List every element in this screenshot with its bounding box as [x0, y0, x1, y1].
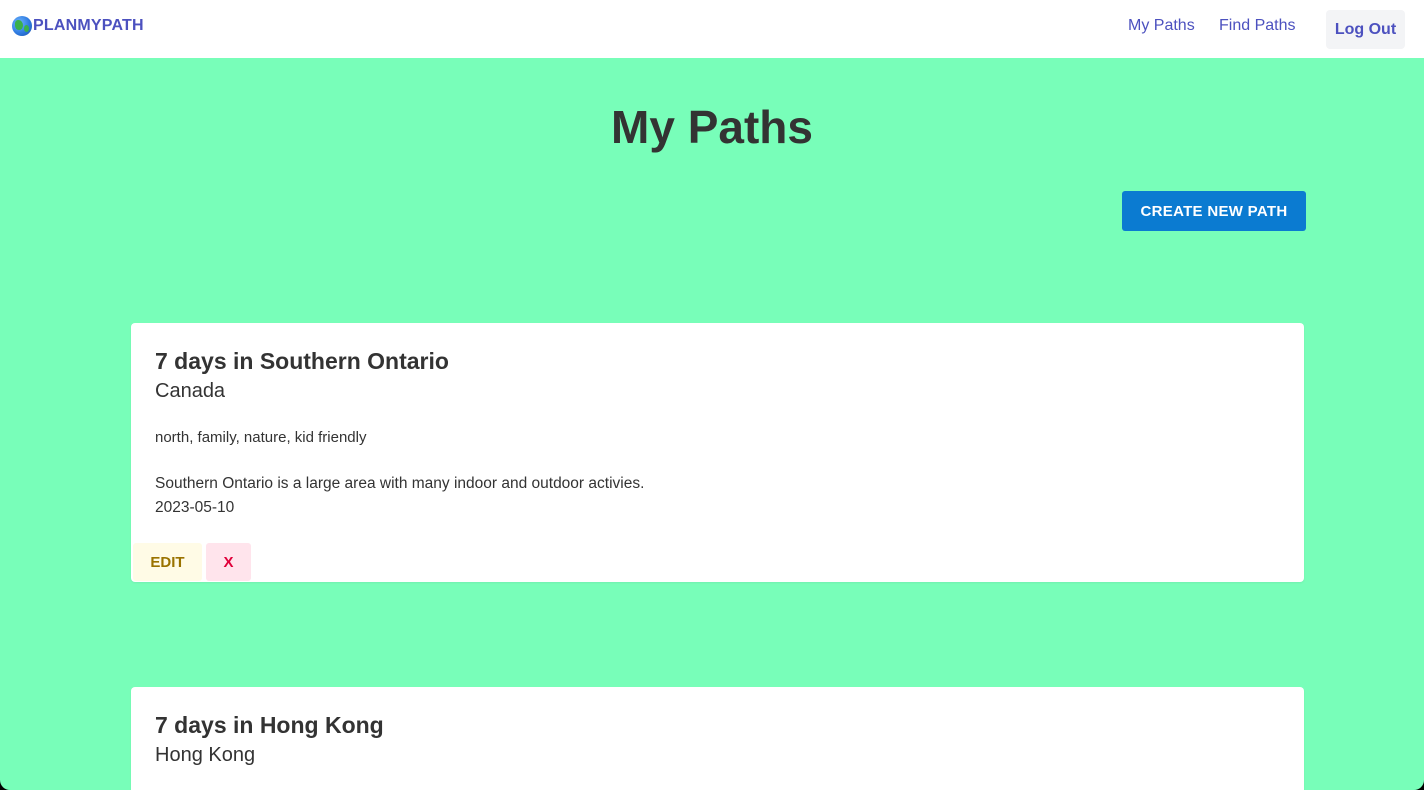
path-tags: north, family, nature, kid friendly [155, 429, 367, 446]
edit-path-button[interactable]: EDIT [133, 543, 202, 581]
navbar: PLANMYPATH My Paths Find Paths Log Out [0, 0, 1424, 58]
path-title: 7 days in Hong Kong [155, 712, 384, 738]
path-description: Southern Ontario is a large area with ma… [155, 475, 645, 492]
path-country: Hong Kong [155, 744, 256, 766]
logout-button[interactable]: Log Out [1326, 10, 1405, 49]
path-card: 7 days in Hong Kong Hong Kong [131, 687, 1304, 790]
path-date: 2023-05-10 [155, 499, 235, 516]
brand-name: PLANMYPATH [33, 17, 144, 34]
brand-logo-link[interactable]: PLANMYPATH [12, 16, 144, 36]
app-window: PLANMYPATH My Paths Find Paths Log Out M… [0, 0, 1424, 790]
create-new-path-button[interactable]: CREATE NEW PATH [1122, 191, 1306, 231]
path-card: 7 days in Southern Ontario Canada north,… [131, 323, 1304, 582]
delete-path-button[interactable]: X [206, 543, 251, 581]
globe-icon [12, 16, 32, 36]
path-country: Canada [155, 380, 226, 402]
page-title: My Paths [611, 101, 813, 153]
path-title: 7 days in Southern Ontario [155, 348, 449, 374]
nav-link-my-paths[interactable]: My Paths [1128, 17, 1195, 35]
nav-link-find-paths[interactable]: Find Paths [1219, 17, 1295, 35]
